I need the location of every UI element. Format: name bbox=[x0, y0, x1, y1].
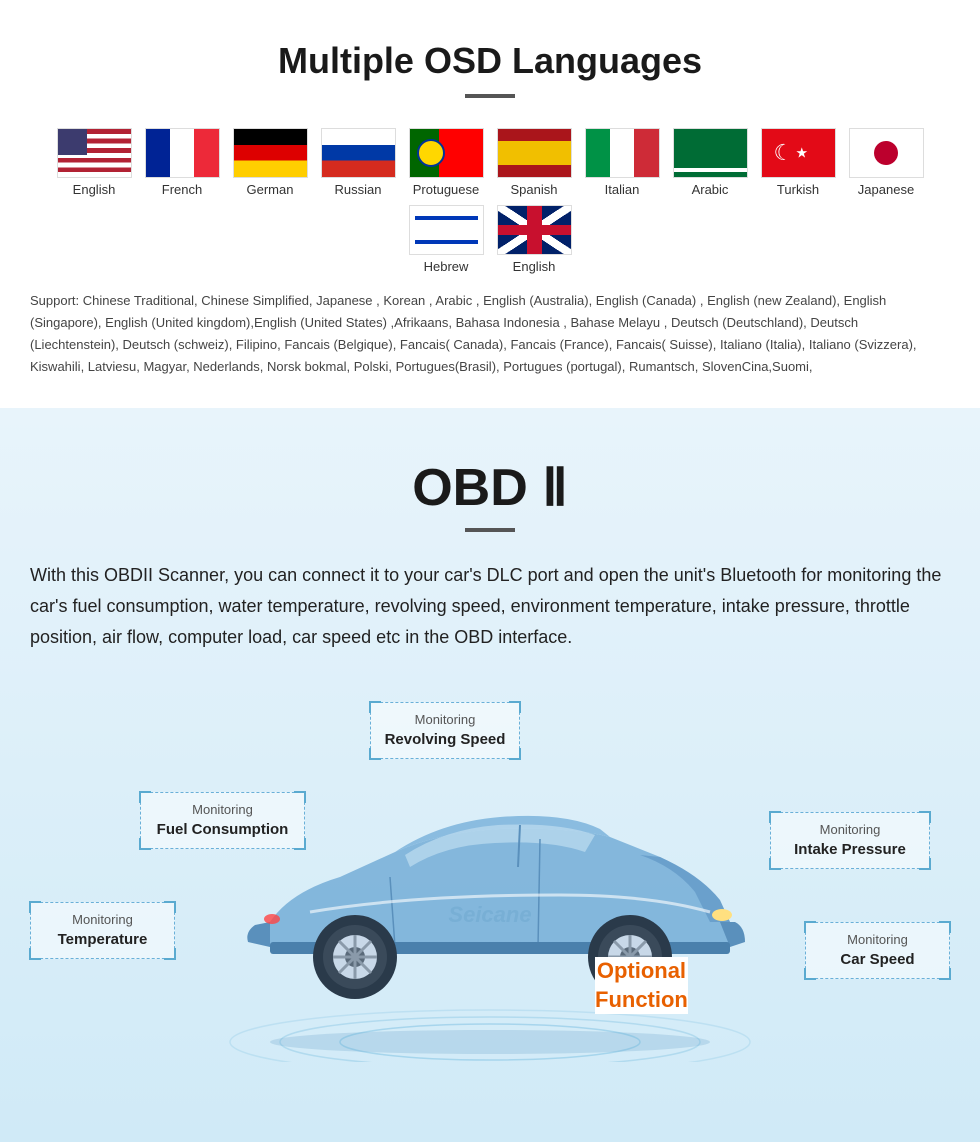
flag-item-protuguese: Protuguese bbox=[406, 128, 486, 197]
flag-box bbox=[497, 205, 572, 255]
optional-function-badge: Optional Function bbox=[595, 957, 688, 1014]
flag-box bbox=[585, 128, 660, 178]
flag-box bbox=[761, 128, 836, 178]
flag-item-english: English bbox=[494, 205, 574, 274]
flag-item-german: German bbox=[230, 128, 310, 197]
flag-label: Turkish bbox=[777, 182, 819, 197]
flag-label: English bbox=[513, 259, 556, 274]
flag-box bbox=[849, 128, 924, 178]
osd-section: Multiple OSD Languages English French Germ… bbox=[0, 0, 980, 408]
monitor-intake: Monitoring Intake Pressure bbox=[770, 812, 930, 869]
obd-description: With this OBDII Scanner, you can connect… bbox=[30, 560, 950, 652]
obd-diagram: Monitoring Revolving Speed Monitoring Fu… bbox=[30, 682, 950, 1102]
flags-row: English French German Russian Protuguese Span… bbox=[30, 128, 950, 274]
flag-item-russian: Russian bbox=[318, 128, 398, 197]
temp-bold: Temperature bbox=[43, 929, 162, 950]
monitor-speed: Monitoring Car Speed bbox=[805, 922, 950, 979]
flag-label: Italian bbox=[605, 182, 640, 197]
flag-label: Russian bbox=[335, 182, 382, 197]
flag-item-turkish: Turkish bbox=[758, 128, 838, 197]
flag-box bbox=[497, 128, 572, 178]
intake-bold: Intake Pressure bbox=[783, 839, 917, 860]
flag-item-spanish: Spanish bbox=[494, 128, 574, 197]
flag-box bbox=[673, 128, 748, 178]
flag-box bbox=[233, 128, 308, 178]
flag-label: English bbox=[73, 182, 116, 197]
osd-title: Multiple OSD Languages bbox=[30, 40, 950, 82]
flag-item-italian: Italian bbox=[582, 128, 662, 197]
monitor-temperature: Monitoring Temperature bbox=[30, 902, 175, 959]
flag-box bbox=[57, 128, 132, 178]
flag-label: Spanish bbox=[511, 182, 558, 197]
speed-bold: Car Speed bbox=[818, 949, 937, 970]
intake-label: Monitoring bbox=[820, 822, 881, 837]
flag-item-hebrew: Hebrew bbox=[406, 205, 486, 274]
flag-label: Japanese bbox=[858, 182, 914, 197]
flag-box bbox=[145, 128, 220, 178]
flag-box bbox=[409, 205, 484, 255]
speed-label: Monitoring bbox=[847, 932, 908, 947]
flag-label: Arabic bbox=[692, 182, 729, 197]
optional-line1: Optional bbox=[595, 957, 688, 986]
flag-box bbox=[321, 128, 396, 178]
flag-item-french: French bbox=[142, 128, 222, 197]
flag-label: German bbox=[247, 182, 294, 197]
flag-label: Hebrew bbox=[424, 259, 469, 274]
revolving-label: Monitoring bbox=[415, 712, 476, 727]
flag-item-english: English bbox=[54, 128, 134, 197]
support-text: Support: Chinese Traditional, Chinese Si… bbox=[30, 290, 950, 378]
obd-section: OBD Ⅱ With this OBDII Scanner, you can c… bbox=[0, 408, 980, 1142]
osd-divider bbox=[465, 94, 515, 98]
flag-label: Protuguese bbox=[413, 182, 480, 197]
optional-line2: Function bbox=[595, 986, 688, 1015]
svg-text:Seicane: Seicane bbox=[448, 902, 531, 927]
flag-item-japanese: Japanese bbox=[846, 128, 926, 197]
flag-item-arabic: Arabic bbox=[670, 128, 750, 197]
flag-box bbox=[409, 128, 484, 178]
obd-title: OBD Ⅱ bbox=[30, 458, 950, 518]
temp-label: Monitoring bbox=[72, 912, 133, 927]
flag-label: French bbox=[162, 182, 202, 197]
obd-divider bbox=[465, 528, 515, 532]
